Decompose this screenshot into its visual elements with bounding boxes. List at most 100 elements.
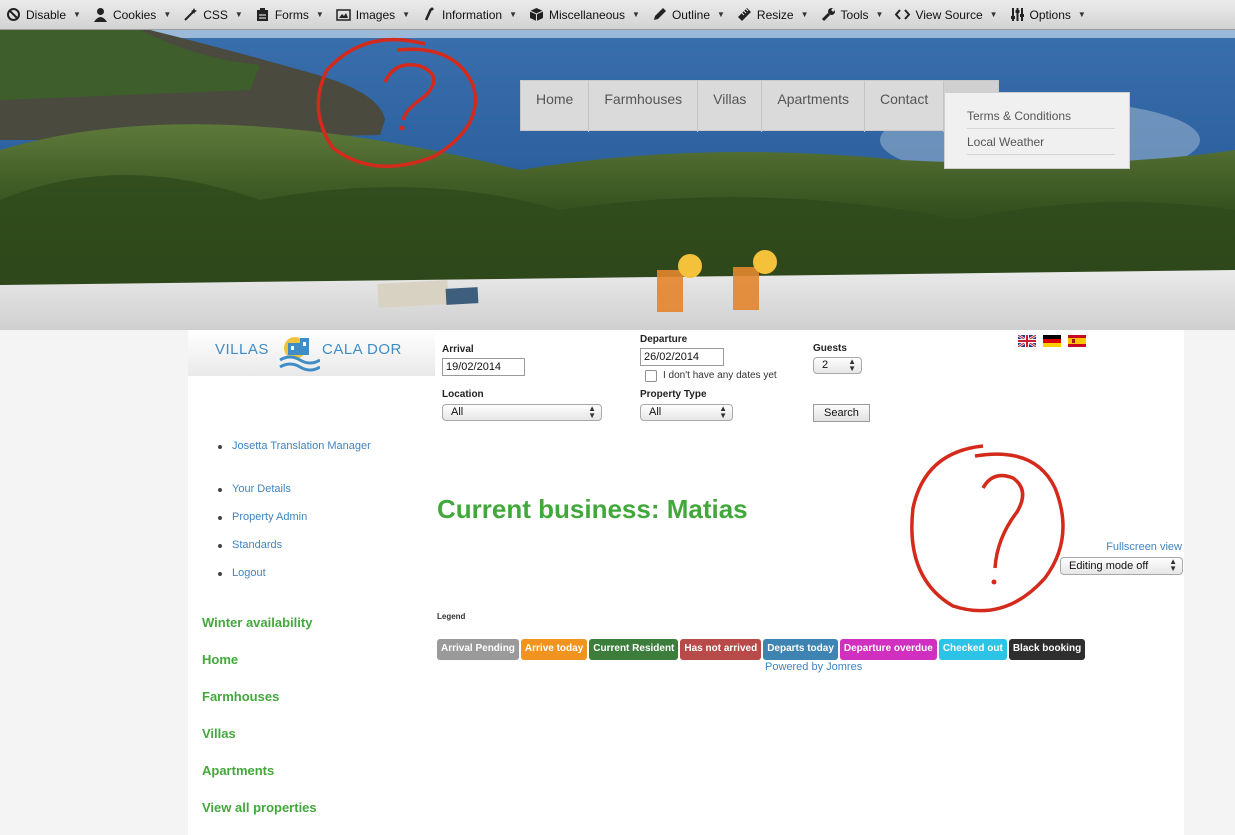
sidebar-link-view-all-properties[interactable]: View all properties: [202, 800, 317, 815]
devbar-disable[interactable]: Disable ▼: [6, 7, 81, 22]
legend-label: Legend: [437, 612, 466, 621]
sidebar-link-apartments[interactable]: Apartments: [202, 763, 274, 778]
standards-link[interactable]: Standards: [218, 539, 283, 551]
devbar-information[interactable]: Information ▼: [422, 7, 517, 22]
devbar-label: Resize: [756, 7, 794, 22]
hero-banner-image: Home Farmhouses Villas Apartments Contac…: [0, 30, 1235, 330]
caret-down-icon: ▼: [800, 10, 809, 19]
web-developer-toolbar: Disable ▼ Cookies ▼ CSS ▼ Forms ▼ Images ▼ In…: [0, 0, 1235, 30]
badge-current-resident: Current Resident: [589, 639, 679, 660]
caret-down-icon: ▼: [632, 10, 640, 19]
no-dates-checkbox[interactable]: [645, 370, 657, 382]
devbar-options[interactable]: Options ▼: [1010, 7, 1086, 22]
sidebar-link-farmhouses[interactable]: Farmhouses: [202, 689, 279, 704]
submenu-local-weather[interactable]: Local Weather: [967, 129, 1115, 155]
germany-flag-icon[interactable]: [1043, 334, 1061, 347]
arrival-date-input[interactable]: 19/02/2014: [442, 358, 525, 376]
page-title: Current business: Matias: [437, 494, 748, 524]
bullet: [218, 572, 222, 576]
select-arrows-icon: ▲ ▼: [1169, 557, 1177, 573]
property-admin-link[interactable]: Property Admin: [218, 511, 307, 523]
legend-badges: Arrival Pending Arrive today Current Res…: [437, 639, 1087, 660]
caret-down-icon: ▼: [509, 10, 517, 19]
sidebar-link-home[interactable]: Home: [202, 652, 238, 667]
guests-value: 2: [822, 359, 829, 371]
josetta-link-label: Josetta Translation Manager: [232, 440, 371, 452]
josetta-link[interactable]: Josetta Translation Manager: [218, 440, 371, 452]
devbar-css[interactable]: CSS ▼: [183, 7, 243, 22]
logout-link[interactable]: Logout: [218, 567, 266, 579]
submenu-terms[interactable]: Terms & Conditions: [967, 103, 1115, 129]
nav-contact[interactable]: Contact: [865, 81, 945, 132]
search-button[interactable]: Search: [813, 404, 870, 422]
devbar-tools[interactable]: Tools ▼: [821, 7, 884, 22]
hero-landscape-illustration: [0, 30, 1235, 330]
image-icon: [336, 7, 351, 22]
devbar-resize[interactable]: Resize ▼: [737, 7, 809, 22]
location-label: Location: [442, 389, 484, 400]
guests-select[interactable]: 2 ▲ ▼: [813, 357, 862, 374]
property-type-label: Property Type: [640, 389, 707, 400]
uk-flag-icon[interactable]: [1017, 333, 1037, 349]
select-arrows-icon: ▲ ▼: [848, 357, 856, 373]
devbar-label: Information: [442, 7, 503, 22]
location-select[interactable]: All ▲ ▼: [442, 404, 602, 421]
devbar-label: Options: [1029, 7, 1071, 22]
red-question-mark-annotation: [316, 37, 478, 168]
sidebar-link-villas[interactable]: Villas: [202, 726, 236, 741]
powered-by-link[interactable]: Powered by Jomres: [765, 661, 862, 673]
departure-date-input[interactable]: 26/02/2014: [640, 348, 724, 366]
caret-down-icon: ▼: [163, 10, 172, 19]
nav-apartments[interactable]: Apartments: [762, 81, 865, 132]
standards-label: Standards: [232, 539, 283, 551]
devbar-label: Forms: [274, 7, 309, 22]
devbar-label: Images: [355, 7, 396, 22]
spain-flag-icon[interactable]: [1068, 334, 1086, 347]
caret-down-icon: ▼: [989, 10, 998, 19]
caret-down-icon: ▼: [717, 10, 725, 19]
select-arrows-icon: ▲ ▼: [588, 404, 596, 420]
devbar-label: Outline: [671, 7, 710, 22]
your-details-label: Your Details: [232, 483, 291, 495]
property-type-value: All: [649, 406, 662, 418]
caret-down-icon: ▼: [73, 10, 81, 19]
devbar-label: CSS: [203, 7, 228, 22]
devbar-label: Miscellaneous: [549, 7, 626, 22]
nav-farmhouses[interactable]: Farmhouses: [589, 81, 699, 132]
devbar-outline[interactable]: Outline ▼: [652, 7, 725, 22]
form-icon: [255, 7, 270, 22]
nav-home[interactable]: Home: [521, 81, 590, 132]
bullet: [218, 516, 222, 520]
nav-villas[interactable]: Villas: [698, 81, 763, 132]
user-icon: [93, 7, 108, 22]
devbar-label: View Source: [915, 7, 983, 22]
bullet: [218, 544, 222, 548]
devbar-cookies[interactable]: Cookies ▼: [93, 7, 171, 22]
caret-down-icon: ▼: [315, 10, 324, 19]
site-logo[interactable]: VILLAS CALA DOR: [188, 330, 435, 376]
fullscreen-view-link[interactable]: Fullscreen view: [1106, 541, 1182, 553]
logo-house-icon: [279, 337, 320, 372]
departure-label: Departure: [640, 334, 688, 345]
badge-arrival-pending: Arrival Pending: [437, 639, 519, 660]
devbar-forms[interactable]: Forms ▼: [255, 7, 324, 22]
ruler-icon: [737, 7, 752, 22]
devbar-view-source[interactable]: View Source ▼: [895, 7, 998, 22]
select-arrows-icon: ▲ ▼: [719, 404, 727, 420]
devbar-images[interactable]: Images ▼: [336, 7, 410, 22]
devbar-miscellaneous[interactable]: Miscellaneous ▼: [529, 7, 640, 22]
editing-mode-select[interactable]: Editing mode off ▲ ▼: [1060, 557, 1183, 575]
sidebar-link-winter-availability[interactable]: Winter availability: [202, 615, 312, 630]
main-navigation: Home Farmhouses Villas Apartments Contac…: [520, 80, 999, 132]
editing-mode-value: Editing mode off: [1069, 560, 1149, 572]
caret-down-icon: ▼: [875, 10, 884, 19]
pencil-icon: [652, 7, 667, 22]
logo-text-right: CALA DOR: [322, 341, 402, 358]
badge-departure-overdue: Departure overdue: [839, 639, 937, 660]
your-details-link[interactable]: Your Details: [218, 483, 291, 495]
info-icon: [422, 7, 437, 22]
info-submenu: Terms & Conditions Local Weather: [944, 92, 1130, 169]
devbar-label: Cookies: [112, 7, 157, 22]
bullet: [218, 445, 222, 449]
property-type-select[interactable]: All ▲ ▼: [640, 404, 733, 421]
